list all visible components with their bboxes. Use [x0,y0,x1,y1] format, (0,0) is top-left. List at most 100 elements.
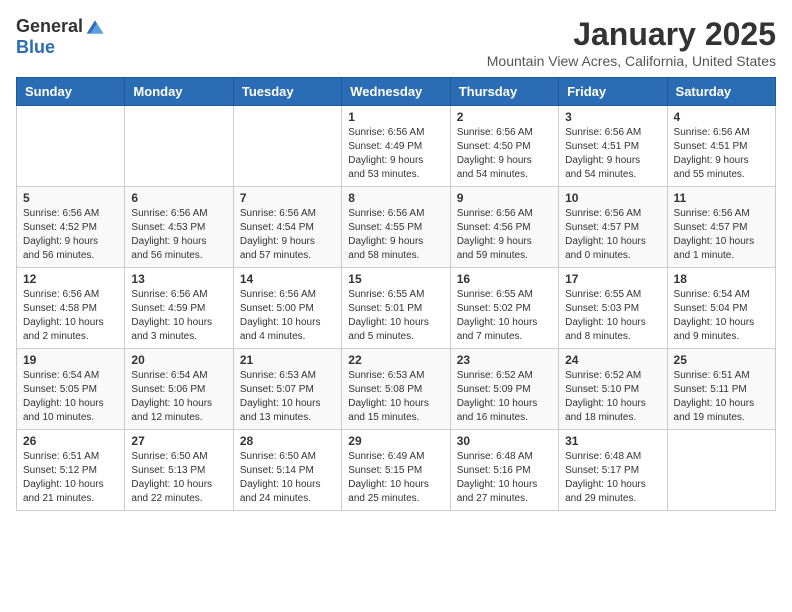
day-info: Sunrise: 6:56 AM Sunset: 4:52 PM Dayligh… [23,207,118,263]
calendar-cell: 2Sunrise: 6:56 AM Sunset: 4:50 PM Daylig… [450,106,558,187]
logo-icon [85,17,105,37]
day-number: 21 [240,353,335,367]
day-info: Sunrise: 6:56 AM Sunset: 4:50 PM Dayligh… [457,126,552,182]
day-number: 12 [23,272,118,286]
weekday-header-row: SundayMondayTuesdayWednesdayThursdayFrid… [17,78,776,106]
calendar-cell: 17 Sunrise: 6:55 AM Sunset: 5:03 PM Dayli… [559,268,667,349]
calendar-cell: 12 Sunrise: 6:56 AM Sunset: 4:58 PM Dayli… [17,268,125,349]
day-number: 3 [565,110,660,124]
day-info: Sunrise: 6:56 AM Sunset: 4:56 PM Dayligh… [457,207,552,263]
day-info: Sunrise: 6:53 AM Sunset: 5:08 PM Dayligh… [348,369,443,425]
weekday-header-cell: Tuesday [233,78,341,106]
calendar-week-row: 12 Sunrise: 6:56 AM Sunset: 4:58 PM Dayli… [17,268,776,349]
calendar-cell [667,430,775,511]
calendar-cell: 24 Sunrise: 6:52 AM Sunset: 5:10 PM Dayli… [559,349,667,430]
day-number: 29 [348,434,443,448]
calendar-cell: 11Sunrise: 6:56 AM Sunset: 4:57 PM Dayli… [667,187,775,268]
title-section: January 2025 Mountain View Acres, Califo… [487,16,776,69]
weekday-header-cell: Wednesday [342,78,450,106]
calendar-cell: 19Sunrise: 6:54 AM Sunset: 5:05 PM Dayli… [17,349,125,430]
day-info: Sunrise: 6:55 AM Sunset: 5:02 PM Dayligh… [457,288,552,344]
calendar-week-row: 26 Sunrise: 6:51 AM Sunset: 5:12 PM Dayli… [17,430,776,511]
day-info: Sunrise: 6:56 AM Sunset: 4:59 PM Dayligh… [131,288,226,344]
day-number: 20 [131,353,226,367]
weekday-header-cell: Monday [125,78,233,106]
weekday-header-cell: Friday [559,78,667,106]
day-number: 1 [348,110,443,124]
day-info: Sunrise: 6:51 AM Sunset: 5:12 PM Dayligh… [23,450,118,506]
day-number: 31 [565,434,660,448]
day-number: 6 [131,191,226,205]
calendar-cell: 14Sunrise: 6:56 AM Sunset: 5:00 PM Dayli… [233,268,341,349]
calendar-cell: 26 Sunrise: 6:51 AM Sunset: 5:12 PM Dayli… [17,430,125,511]
day-number: 4 [674,110,769,124]
day-number: 26 [23,434,118,448]
calendar-week-row: 19Sunrise: 6:54 AM Sunset: 5:05 PM Dayli… [17,349,776,430]
day-info: Sunrise: 6:48 AM Sunset: 5:16 PM Dayligh… [457,450,552,506]
weekday-header-cell: Thursday [450,78,558,106]
day-info: Sunrise: 6:55 AM Sunset: 5:03 PM Dayligh… [565,288,660,344]
calendar-cell: 9 Sunrise: 6:56 AM Sunset: 4:56 PM Daylig… [450,187,558,268]
day-info: Sunrise: 6:56 AM Sunset: 4:51 PM Dayligh… [565,126,660,182]
day-number: 7 [240,191,335,205]
day-number: 28 [240,434,335,448]
day-number: 13 [131,272,226,286]
day-info: Sunrise: 6:56 AM Sunset: 4:55 PM Dayligh… [348,207,443,263]
day-info: Sunrise: 6:52 AM Sunset: 5:09 PM Dayligh… [457,369,552,425]
day-number: 9 [457,191,552,205]
calendar-cell: 27 Sunrise: 6:50 AM Sunset: 5:13 PM Dayli… [125,430,233,511]
month-title: January 2025 [487,16,776,53]
day-number: 24 [565,353,660,367]
day-info: Sunrise: 6:55 AM Sunset: 5:01 PM Dayligh… [348,288,443,344]
calendar-cell: 25 Sunrise: 6:51 AM Sunset: 5:11 PM Dayli… [667,349,775,430]
calendar-cell [233,106,341,187]
day-info: Sunrise: 6:56 AM Sunset: 4:54 PM Dayligh… [240,207,335,263]
calendar-cell: 21 Sunrise: 6:53 AM Sunset: 5:07 PM Dayli… [233,349,341,430]
calendar-cell: 8 Sunrise: 6:56 AM Sunset: 4:55 PM Daylig… [342,187,450,268]
day-info: Sunrise: 6:50 AM Sunset: 5:14 PM Dayligh… [240,450,335,506]
day-number: 18 [674,272,769,286]
day-number: 8 [348,191,443,205]
calendar-cell: 18 Sunrise: 6:54 AM Sunset: 5:04 PM Dayli… [667,268,775,349]
day-info: Sunrise: 6:48 AM Sunset: 5:17 PM Dayligh… [565,450,660,506]
day-info: Sunrise: 6:49 AM Sunset: 5:15 PM Dayligh… [348,450,443,506]
day-info: Sunrise: 6:56 AM Sunset: 4:53 PM Dayligh… [131,207,226,263]
calendar-cell: 7 Sunrise: 6:56 AM Sunset: 4:54 PM Daylig… [233,187,341,268]
day-number: 30 [457,434,552,448]
calendar-cell [17,106,125,187]
calendar-cell: 10Sunrise: 6:56 AM Sunset: 4:57 PM Dayli… [559,187,667,268]
calendar-cell: 5 Sunrise: 6:56 AM Sunset: 4:52 PM Daylig… [17,187,125,268]
day-info: Sunrise: 6:54 AM Sunset: 5:05 PM Dayligh… [23,369,118,425]
calendar-cell: 13 Sunrise: 6:56 AM Sunset: 4:59 PM Dayli… [125,268,233,349]
day-info: Sunrise: 6:56 AM Sunset: 4:57 PM Dayligh… [674,207,769,263]
calendar-cell: 1 Sunrise: 6:56 AM Sunset: 4:49 PM Daylig… [342,106,450,187]
day-info: Sunrise: 6:50 AM Sunset: 5:13 PM Dayligh… [131,450,226,506]
calendar-cell: 29 Sunrise: 6:49 AM Sunset: 5:15 PM Dayli… [342,430,450,511]
day-info: Sunrise: 6:54 AM Sunset: 5:04 PM Dayligh… [674,288,769,344]
calendar-cell: 28 Sunrise: 6:50 AM Sunset: 5:14 PM Dayli… [233,430,341,511]
calendar-cell: 4 Sunrise: 6:56 AM Sunset: 4:51 PM Daylig… [667,106,775,187]
day-number: 15 [348,272,443,286]
logo-blue-text: Blue [16,37,55,58]
logo: General Blue [16,16,105,58]
calendar-table: SundayMondayTuesdayWednesdayThursdayFrid… [16,77,776,511]
day-info: Sunrise: 6:52 AM Sunset: 5:10 PM Dayligh… [565,369,660,425]
day-info: Sunrise: 6:53 AM Sunset: 5:07 PM Dayligh… [240,369,335,425]
day-info: Sunrise: 6:56 AM Sunset: 4:51 PM Dayligh… [674,126,769,182]
calendar-week-row: 5 Sunrise: 6:56 AM Sunset: 4:52 PM Daylig… [17,187,776,268]
calendar-cell: 16Sunrise: 6:55 AM Sunset: 5:02 PM Dayli… [450,268,558,349]
page-header: General Blue January 2025 Mountain View … [16,16,776,69]
calendar-week-row: 1 Sunrise: 6:56 AM Sunset: 4:49 PM Daylig… [17,106,776,187]
day-number: 25 [674,353,769,367]
logo-general-text: General [16,16,83,37]
calendar-cell: 30 Sunrise: 6:48 AM Sunset: 5:16 PM Dayli… [450,430,558,511]
day-number: 17 [565,272,660,286]
day-info: Sunrise: 6:51 AM Sunset: 5:11 PM Dayligh… [674,369,769,425]
day-info: Sunrise: 6:56 AM Sunset: 4:58 PM Dayligh… [23,288,118,344]
calendar-cell: 31 Sunrise: 6:48 AM Sunset: 5:17 PM Dayli… [559,430,667,511]
calendar-cell: 20Sunrise: 6:54 AM Sunset: 5:06 PM Dayli… [125,349,233,430]
weekday-header-cell: Sunday [17,78,125,106]
day-number: 27 [131,434,226,448]
day-info: Sunrise: 6:56 AM Sunset: 4:49 PM Dayligh… [348,126,443,182]
day-number: 5 [23,191,118,205]
